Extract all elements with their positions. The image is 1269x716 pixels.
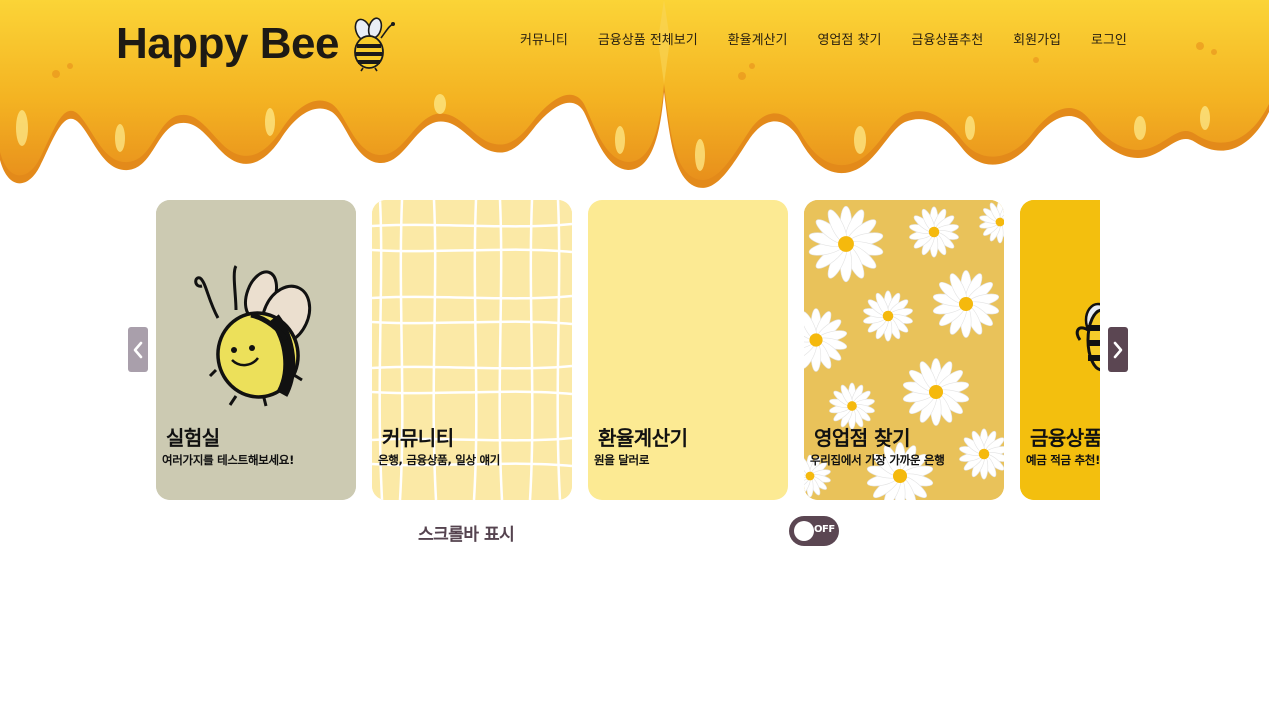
card-subtitle: 은행, 금융상품, 일상 얘기: [378, 453, 501, 467]
nav-all-products[interactable]: 금융상품 전체보기: [598, 31, 698, 51]
nav-product-recommend[interactable]: 금융상품추천: [911, 31, 983, 51]
carousel-next-button[interactable]: [1108, 327, 1128, 372]
bee-icon: [354, 17, 395, 72]
card-lab[interactable]: 실험실 여러가지를 테스트해보세요!: [156, 200, 356, 500]
card-branch-finder[interactable]: 영업점 찾기 우리집에서 가장 가까운 은행: [804, 200, 1004, 500]
nav-login[interactable]: 로그인: [1091, 31, 1127, 51]
toggle-state-text: OFF: [814, 524, 835, 535]
card-exchange-calculator[interactable]: 환율계산기 원을 달러로: [588, 200, 788, 500]
chevron-left-icon: [133, 341, 143, 358]
site-logo[interactable]: Happy Bee: [116, 16, 395, 72]
nav-signup[interactable]: 회원가입: [1013, 31, 1061, 51]
nav-branch-finder[interactable]: 영업점 찾기: [817, 31, 881, 51]
card-title: 금융상품 추천: [1030, 426, 1100, 450]
logo-text: Happy Bee: [116, 19, 339, 68]
nav-community[interactable]: 커뮤니티: [520, 31, 568, 51]
card-title: 환율계산기: [598, 426, 688, 450]
card-subtitle: 예금 적금 추천!: [1026, 453, 1100, 467]
chevron-right-icon: [1113, 341, 1123, 358]
card-title: 커뮤니티: [382, 426, 454, 450]
carousel-track: 실험실 여러가지를 테스트해보세요! 커뮤니티 은행, 금융상품, 일상 얘기 …: [156, 200, 1100, 500]
main-nav: 커뮤니티 금융상품 전체보기 환율계산기 영업점 찾기 금융상품추천 회원가입 …: [520, 31, 1127, 51]
card-title: 영업점 찾기: [814, 426, 910, 450]
card-subtitle: 원을 달러로: [594, 453, 650, 467]
nav-exchange-calculator[interactable]: 환율계산기: [728, 31, 788, 51]
scrollbar-toggle[interactable]: OFF: [789, 516, 839, 546]
card-title: 실험실: [166, 426, 220, 450]
carousel-prev-button[interactable]: [128, 327, 148, 372]
card-subtitle: 우리집에서 가장 가까운 은행: [810, 453, 945, 467]
card-product-recommend[interactable]: 금융상품 추천 예금 적금 추천!: [1020, 200, 1100, 500]
card-subtitle: 여러가지를 테스트해보세요!: [162, 453, 295, 467]
card-community[interactable]: 커뮤니티 은행, 금융상품, 일상 얘기: [372, 200, 572, 500]
toggle-knob: [794, 521, 814, 541]
scrollbar-toggle-label: 스크롤바 표시: [418, 525, 515, 545]
card-carousel: 실험실 여러가지를 테스트해보세요! 커뮤니티 은행, 금융상품, 일상 얘기 …: [156, 200, 1100, 500]
